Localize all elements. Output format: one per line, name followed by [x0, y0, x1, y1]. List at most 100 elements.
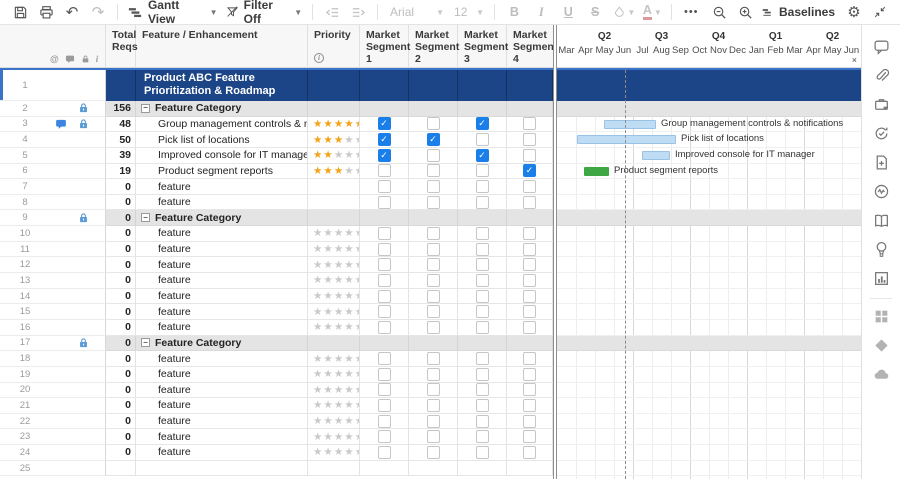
checkbox-unchecked[interactable]	[426, 148, 440, 162]
cell-market-segment-1[interactable]	[360, 101, 409, 117]
cell-market-segment-1[interactable]	[360, 257, 409, 274]
checkbox-unchecked[interactable]	[475, 430, 489, 444]
cell-market-segment-3[interactable]	[458, 210, 507, 227]
cell-market-segment-2[interactable]	[409, 460, 458, 477]
checkbox-unchecked[interactable]	[523, 367, 536, 381]
checkbox-checked[interactable]: ✓	[426, 133, 440, 147]
row-header-cell[interactable]: 1	[0, 70, 106, 101]
rail-button-briefcase[interactable]	[868, 91, 894, 117]
checkbox-unchecked[interactable]	[426, 164, 440, 178]
cell-total-reqs[interactable]: 0	[106, 179, 136, 195]
row-number[interactable]: 10	[0, 228, 50, 239]
undo-button[interactable]: ↶	[60, 1, 84, 23]
cell-feature[interactable]: feature	[136, 366, 308, 383]
cell-market-segment-4[interactable]	[507, 210, 553, 227]
cell-market-segment-4[interactable]	[507, 351, 553, 367]
row-number[interactable]: 4	[0, 134, 50, 145]
cell-feature[interactable]: − Feature Category	[136, 335, 308, 352]
cell-market-segment-2[interactable]	[409, 194, 458, 211]
checkbox-checked[interactable]: ✓	[475, 117, 489, 131]
cell-market-segment-3[interactable]	[458, 319, 507, 336]
checkbox-unchecked[interactable]	[377, 226, 391, 240]
more-options-button[interactable]: •••	[679, 1, 703, 23]
filter-selector[interactable]: Filter Off ▼	[223, 0, 306, 26]
checkbox-unchecked[interactable]	[426, 445, 440, 459]
row-header-cell[interactable]: 9	[0, 210, 106, 227]
cell-priority[interactable]: ★★★★★	[308, 429, 360, 446]
cell-market-segment-2[interactable]	[409, 163, 458, 180]
cell-total-reqs[interactable]	[106, 460, 136, 477]
row-number[interactable]: 2	[0, 103, 50, 114]
checkbox-unchecked[interactable]	[523, 148, 536, 162]
checkbox-unchecked[interactable]	[377, 258, 391, 272]
cell-priority[interactable]: ★★★★★	[308, 351, 360, 367]
checkbox-unchecked[interactable]	[377, 398, 391, 412]
checkbox-unchecked[interactable]	[426, 289, 440, 303]
cell-priority[interactable]	[308, 70, 360, 101]
column-header-market-segment-4[interactable]: Market Segment 4	[507, 25, 557, 68]
cell-market-segment-2[interactable]	[409, 413, 458, 430]
cell-market-segment-3[interactable]	[458, 460, 507, 477]
checkbox-unchecked[interactable]	[475, 445, 489, 459]
cell-market-segment-2[interactable]	[409, 210, 458, 227]
rail-button-book[interactable]	[868, 207, 894, 233]
cell-priority[interactable]: ★★★★★	[308, 163, 360, 180]
column-header-feature[interactable]: Feature / Enhancement	[136, 25, 308, 68]
cell-market-segment-1[interactable]	[360, 382, 409, 399]
cell-market-segment-1[interactable]	[360, 366, 409, 383]
checkbox-unchecked[interactable]	[426, 414, 440, 428]
row-number[interactable]: 5	[0, 150, 50, 161]
row-number[interactable]: 11	[0, 244, 50, 255]
cell-feature[interactable]: feature	[136, 382, 308, 399]
row-header-cell[interactable]: 14	[0, 288, 106, 305]
row-header-cell[interactable]: 12	[0, 257, 106, 274]
checkbox-unchecked[interactable]	[426, 117, 440, 131]
cell-feature[interactable]: feature	[136, 179, 308, 195]
checkbox-unchecked[interactable]	[377, 273, 391, 287]
cell-market-segment-2[interactable]	[409, 335, 458, 352]
print-button[interactable]	[34, 1, 58, 23]
cell-market-segment-4[interactable]	[507, 319, 553, 336]
row-header-cell[interactable]: 11	[0, 241, 106, 258]
cell-priority[interactable]	[308, 460, 360, 477]
cell-market-segment-2[interactable]	[409, 257, 458, 274]
cell-market-segment-4[interactable]	[507, 429, 553, 446]
cell-market-segment-2[interactable]	[409, 351, 458, 367]
rail-button-speech-bubble[interactable]	[868, 33, 894, 59]
row-header-cell[interactable]: 19	[0, 366, 106, 383]
checkbox-unchecked[interactable]	[523, 414, 536, 428]
cell-total-reqs[interactable]: 0	[106, 288, 136, 305]
row-header-cell[interactable]: 20	[0, 382, 106, 399]
checkbox-unchecked[interactable]	[426, 273, 440, 287]
lock-column-icon[interactable]	[81, 54, 90, 64]
cell-market-segment-4[interactable]	[507, 179, 553, 195]
checkbox-unchecked[interactable]	[377, 289, 391, 303]
rail-button-sync-check[interactable]	[868, 120, 894, 146]
checkbox-unchecked[interactable]	[426, 226, 440, 240]
checkbox-unchecked[interactable]	[475, 320, 489, 334]
row-number[interactable]: 17	[0, 337, 50, 348]
row-header-cell[interactable]: 23	[0, 429, 106, 446]
cell-market-segment-1[interactable]	[360, 335, 409, 352]
cell-market-segment-2[interactable]	[409, 429, 458, 446]
bold-button[interactable]: B	[502, 1, 527, 23]
checkbox-unchecked[interactable]	[377, 242, 391, 256]
checkbox-unchecked[interactable]	[377, 164, 391, 178]
cell-priority[interactable]: ★★★★★	[308, 241, 360, 258]
checkbox-unchecked[interactable]	[377, 195, 391, 209]
cell-market-segment-1[interactable]	[360, 319, 409, 336]
strikethrough-button[interactable]: S	[583, 1, 608, 23]
info-icon[interactable]: i	[314, 53, 324, 63]
cell-market-segment-3[interactable]	[458, 132, 507, 148]
rail-button-grid[interactable]	[868, 303, 894, 329]
checkbox-checked[interactable]: ✓	[377, 133, 391, 147]
cell-market-segment-1[interactable]: ✓	[360, 147, 409, 164]
cell-feature[interactable]: feature	[136, 319, 308, 336]
at-icon[interactable]: @	[50, 53, 59, 65]
checkbox-unchecked[interactable]	[377, 383, 391, 397]
cell-market-segment-1[interactable]	[360, 304, 409, 320]
checkbox-unchecked[interactable]	[523, 430, 536, 444]
row-number[interactable]: 25	[0, 463, 50, 474]
checkbox-unchecked[interactable]	[426, 398, 440, 412]
cell-market-segment-3[interactable]	[458, 163, 507, 180]
